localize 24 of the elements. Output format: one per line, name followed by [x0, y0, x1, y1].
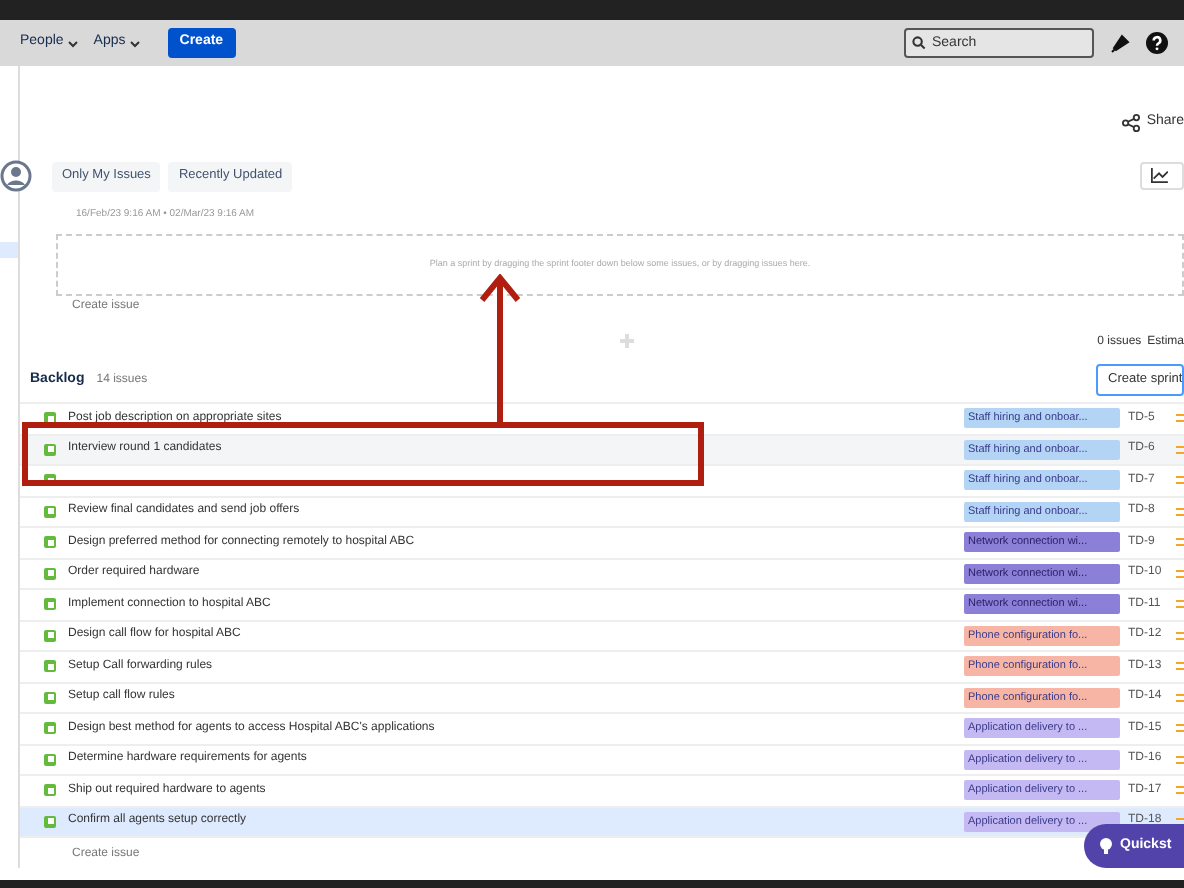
chart-icon	[1150, 168, 1168, 184]
story-icon	[44, 660, 56, 673]
story-icon	[44, 629, 56, 642]
story-icon	[44, 753, 56, 766]
story-icon	[44, 536, 56, 549]
caret-icon	[129, 39, 140, 47]
help-icon[interactable]	[1146, 32, 1168, 54]
share-icon	[1122, 113, 1141, 131]
story-icon	[44, 598, 56, 611]
story-icon	[44, 691, 56, 704]
lightbulb-icon	[1100, 838, 1112, 854]
story-icon	[44, 815, 56, 828]
story-icon	[44, 505, 56, 518]
story-icon	[44, 567, 56, 580]
story-icon	[44, 784, 56, 797]
notification-icon[interactable]	[1110, 33, 1130, 53]
story-icon	[44, 722, 56, 735]
drag-handle-icon	[620, 334, 634, 348]
story-icon	[44, 443, 56, 456]
avatar-icon[interactable]	[0, 160, 32, 192]
sidebar-highlight	[0, 242, 18, 258]
insights-button[interactable]	[1140, 162, 1184, 190]
caret-icon	[67, 39, 78, 47]
search-icon	[912, 36, 926, 50]
